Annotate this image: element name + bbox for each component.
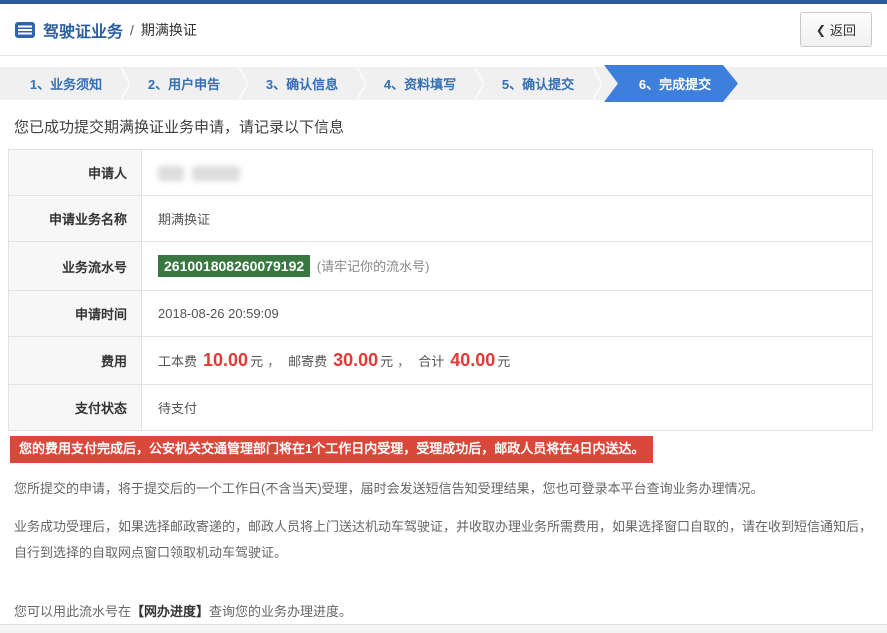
- fee-item3-amount: 40.00: [450, 350, 496, 370]
- top-back-label: 返回: [829, 23, 856, 38]
- success-message: 您已成功提交期满换证业务申请，请记录以下信息: [14, 119, 345, 136]
- fee-item2-unit: 元: [380, 354, 394, 369]
- progress-hint-prefix: 您可以用此流水号在: [14, 603, 132, 619]
- list-icon: [15, 21, 35, 38]
- page-title: 驾驶证业务: [43, 23, 124, 41]
- step-progress-bar: 1、业务须知 2、用户申告 3、确认信息 4、资料填写 5、确认提交 6、完成提…: [0, 67, 887, 100]
- fee-separator: ，: [267, 354, 281, 369]
- fee-item3-name: 合计: [418, 354, 445, 369]
- fee-item2-amount: 30.00: [333, 350, 379, 370]
- applicant-label: 申请人: [8, 149, 142, 196]
- top-back-button[interactable]: ❮ 返回: [799, 12, 872, 47]
- apply-time-value: 2018-08-26 20:59:09: [141, 290, 873, 337]
- business-name-label: 申请业务名称: [8, 195, 142, 242]
- serial-number-badge: 261001808260079192: [158, 255, 311, 277]
- step-4-fill-materials: 4、资料填写: [383, 77, 457, 92]
- step-separator: [590, 67, 604, 100]
- notice-paragraph-1: 您所提交的申请，将于提交后的一个工作日(不含当天)受理，届时会发送短信告知受理结…: [14, 480, 764, 496]
- applicant-name-redacted: [192, 165, 240, 181]
- breadcrumb-current: 期满换证: [140, 21, 197, 38]
- fee-item1-unit: 元: [250, 354, 264, 369]
- footer-action-bar: ¥ 继续支付 ¥ 取消支付 返回: [0, 624, 887, 633]
- serial-number-label: 业务流水号: [8, 241, 142, 291]
- step-6-complete-submit-active: 6、完成提交: [604, 65, 738, 102]
- applicant-value: [141, 149, 873, 196]
- breadcrumb-separator: /: [130, 21, 134, 38]
- table-row-business-name: 申请业务名称 期满换证: [8, 195, 873, 242]
- step-3-confirm-info: 3、确认信息: [265, 77, 339, 92]
- fee-item3-unit: 元: [497, 354, 511, 369]
- progress-hint-paragraph: 您可以用此流水号在【网办进度】查询您的业务办理进度。: [14, 599, 873, 624]
- step-5-confirm-submit: 5、确认提交: [501, 77, 575, 92]
- progress-page-reference: 【网办进度】: [131, 603, 210, 619]
- fee-separator: ，: [397, 354, 411, 369]
- fee-value: 工本费 10.00 元，邮寄费 30.00 元，合计 40.00 元: [141, 336, 873, 385]
- table-row-applicant: 申请人: [8, 149, 873, 196]
- notice-paragraph-2: 业务成功受理后，如果选择邮政寄递的，邮政人员将上门送达机动车驾驶证，并收取办理业…: [14, 519, 873, 560]
- step-2-user-declaration: 2、用户申告: [147, 77, 221, 92]
- step-separator: [354, 67, 368, 100]
- apply-time-label: 申请时间: [8, 290, 142, 337]
- progress-hint-suffix: 查询您的业务办理进度。: [209, 603, 353, 619]
- back-arrow-icon: ❮: [815, 22, 826, 37]
- header-bar: 驾驶证业务 / 期满换证 ❮ 返回: [0, 4, 887, 56]
- application-info-table: 申请人 申请业务名称 期满换证 业务流水号 261001808260079192…: [8, 149, 873, 431]
- fee-item1-amount: 10.00: [203, 350, 249, 370]
- serial-number-value: 261001808260079192 (请牢记你的流水号): [141, 241, 873, 291]
- payment-warning-banner: 您的费用支付完成后，公安机关交通管理部门将在1个工作日内受理，受理成功后，邮政人…: [10, 436, 654, 463]
- step-separator: [118, 67, 132, 100]
- table-row-fee: 费用 工本费 10.00 元，邮寄费 30.00 元，合计 40.00 元: [8, 336, 873, 385]
- table-row-pay-status: 支付状态 待支付: [8, 384, 873, 431]
- page: 驾驶证业务 / 期满换证 ❮ 返回 1、业务须知 2、用户申告 3、确认信息 4…: [0, 0, 887, 633]
- pay-status-value: 待支付: [141, 384, 873, 431]
- table-row-serial-number: 业务流水号 261001808260079192 (请牢记你的流水号): [8, 241, 873, 291]
- table-row-apply-time: 申请时间 2018-08-26 20:59:09: [8, 290, 873, 337]
- step-1-business-notice: 1、业务须知: [29, 77, 103, 92]
- serial-number-note: (请牢记你的流水号): [316, 259, 430, 274]
- fee-label: 费用: [8, 336, 142, 385]
- fee-item1-name: 工本费: [158, 354, 198, 369]
- fee-item2-name: 邮寄费: [288, 354, 328, 369]
- step-separator: [472, 67, 486, 100]
- business-name-value: 期满换证: [141, 195, 873, 242]
- applicant-name-redacted: [158, 165, 184, 181]
- step-separator: [236, 67, 250, 100]
- pay-status-label: 支付状态: [8, 384, 142, 431]
